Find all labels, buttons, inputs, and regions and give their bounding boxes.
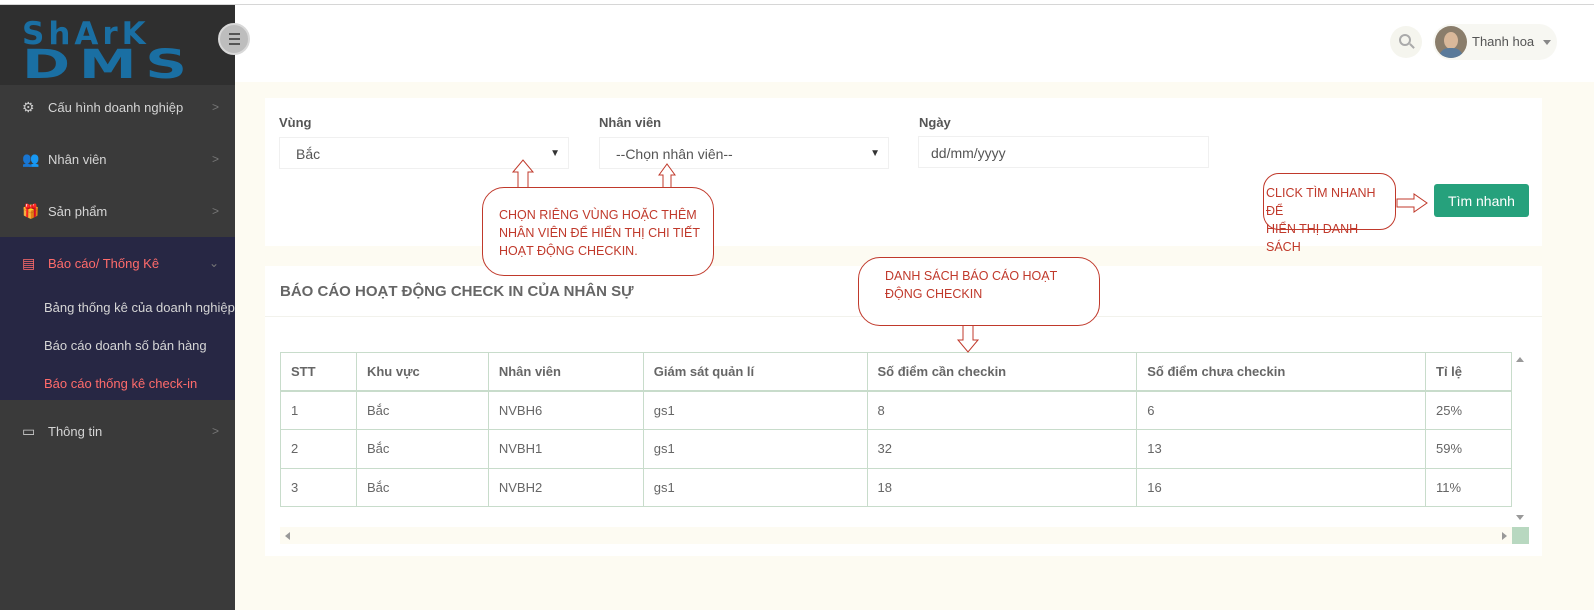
annotation-list-note: DANH SÁCH BÁO CÁO HOẠT ĐỘNG CHECKIN xyxy=(858,257,1100,326)
annotation-line: CHỌN RIÊNG VÙNG HOẶC THÊM xyxy=(499,208,697,222)
hamburger-line xyxy=(228,38,240,40)
annotation-line: HOẠT ĐỘNG CHECKIN. xyxy=(499,244,638,258)
annotation-arrow-down-table xyxy=(956,326,980,353)
annotation-arrows xyxy=(511,159,1428,353)
annotation-line: ĐỘNG CHECKIN xyxy=(885,287,983,301)
hamburger-line xyxy=(228,43,240,45)
annotation-line: NHÂN VIÊN ĐỂ HIỂN THỊ CHI TIẾT xyxy=(499,226,700,240)
annotation-arrow-up-employee xyxy=(658,163,676,188)
annotation-line: HIỂN THỊ DANH SÁCH xyxy=(1266,222,1359,254)
annotation-line: DANH SÁCH BÁO CÁO HOẠT xyxy=(885,269,1058,283)
sidebar-toggle-button[interactable] xyxy=(218,23,250,55)
annotation-click-note: CLICK TÌM NHANH ĐỂ HIỂN THỊ DANH SÁCH xyxy=(1263,173,1396,254)
annotation-line: CLICK TÌM NHANH ĐỂ xyxy=(1266,186,1376,218)
annotation-arrow-right-button xyxy=(1396,193,1428,213)
annotation-arrow-up-region xyxy=(511,159,535,188)
annotation-filter-note: CHỌN RIÊNG VÙNG HOẶC THÊM NHÂN VIÊN ĐỂ H… xyxy=(482,187,714,276)
hamburger-icon xyxy=(228,33,240,35)
